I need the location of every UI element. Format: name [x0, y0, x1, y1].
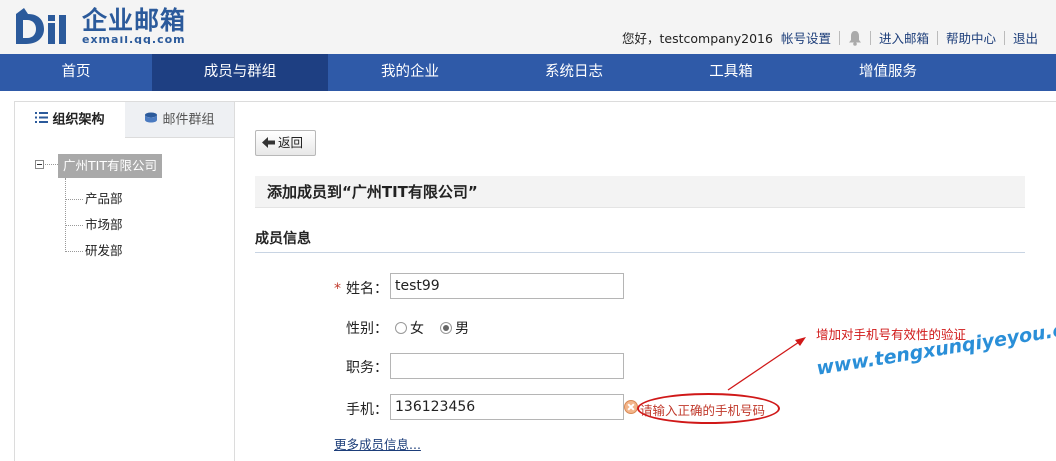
gender-male-radio[interactable] [440, 322, 453, 334]
name-label: * 姓名： [334, 281, 388, 297]
list-icon [35, 102, 49, 138]
phone-label: 手机： [346, 402, 388, 418]
logo-subtitle: exmail.qq.com [82, 36, 186, 44]
header: 企业邮箱 exmail.qq.com 您好，testcompany2016 帐号… [0, 0, 1056, 54]
tab-mail-groups[interactable]: 邮件群组 [125, 102, 234, 138]
arrow-left-icon [262, 132, 275, 156]
logo[interactable]: 企业邮箱 exmail.qq.com [14, 6, 185, 44]
tree-node-label: 市场部 [85, 217, 123, 232]
nav-home[interactable]: 首页 [0, 54, 152, 91]
nav-system-log[interactable]: 系统日志 [492, 54, 656, 91]
section-title: 成员信息 [255, 229, 1025, 253]
divider [1003, 30, 1005, 45]
gender-label: 性别： [346, 321, 388, 337]
back-button-label: 返回 [278, 135, 304, 150]
tree-node-rnd[interactable]: 研发部 [65, 242, 123, 260]
tab-org-structure-label: 组织架构 [52, 112, 105, 128]
bell-icon[interactable] [848, 30, 862, 46]
tree-node-marketing[interactable]: 市场部 [65, 216, 123, 234]
back-button[interactable]: 返回 [255, 130, 316, 156]
position-label: 职务： [346, 360, 388, 376]
position-input[interactable] [390, 353, 624, 379]
group-icon [144, 102, 158, 138]
annotation-ellipse [637, 393, 780, 424]
tree-node-product[interactable]: 产品部 [65, 190, 123, 208]
gender-radio-group: 女 男 [395, 318, 481, 338]
gender-female-radio[interactable] [395, 322, 407, 334]
tree-connector [45, 164, 58, 165]
logo-title: 企业邮箱 [82, 6, 187, 35]
sidebar: 组织架构 邮件群组 广州TIT有限公司 产品部 市场部 研发部 [14, 101, 235, 461]
help-center-link[interactable]: 帮助中心 [946, 28, 996, 47]
tree-node-label: 研发部 [85, 243, 123, 258]
greeting-text: 您好，testcompany2016 [622, 31, 773, 46]
nav-toolbox[interactable]: 工具箱 [656, 54, 806, 91]
logo-mark-icon [16, 8, 66, 44]
collapse-toggle-icon[interactable] [35, 160, 44, 169]
name-input[interactable] [390, 273, 624, 299]
nav-value-added[interactable]: 增值服务 [806, 54, 970, 91]
gender-male-label: 男 [455, 321, 470, 337]
tab-mail-groups-label: 邮件群组 [162, 112, 215, 128]
annotation-arrow-icon [727, 337, 806, 391]
tree-node-label: 产品部 [85, 191, 123, 206]
nav-my-company[interactable]: 我的企业 [328, 54, 492, 91]
divider [936, 30, 938, 45]
enter-mailbox-link[interactable]: 进入邮箱 [879, 28, 929, 47]
phone-input[interactable] [390, 394, 624, 420]
page-title: 添加成员到“广州TIT有限公司” [255, 176, 1025, 208]
tree-root-node[interactable]: 广州TIT有限公司 [58, 154, 162, 178]
error-icon [624, 400, 638, 414]
main-nav: 首页 成员与群组 我的企业 系统日志 工具箱 增值服务 [0, 54, 1056, 91]
gender-female-label: 女 [410, 321, 424, 337]
nav-members-groups[interactable]: 成员与群组 [152, 54, 328, 91]
account-settings-link[interactable]: 帐号设置 [781, 28, 831, 47]
tab-org-structure[interactable]: 组织架构 [15, 102, 125, 139]
required-asterisk: * [334, 281, 341, 297]
logout-link[interactable]: 退出 [1013, 28, 1038, 47]
sidebar-tabs: 组织架构 邮件群组 [15, 102, 234, 139]
more-member-info-link[interactable]: 更多成员信息... [334, 434, 421, 453]
divider [869, 30, 871, 45]
user-bar: 您好，testcompany2016 帐号设置 进入邮箱 帮助中心 退出 [622, 28, 1038, 47]
divider [838, 30, 840, 45]
